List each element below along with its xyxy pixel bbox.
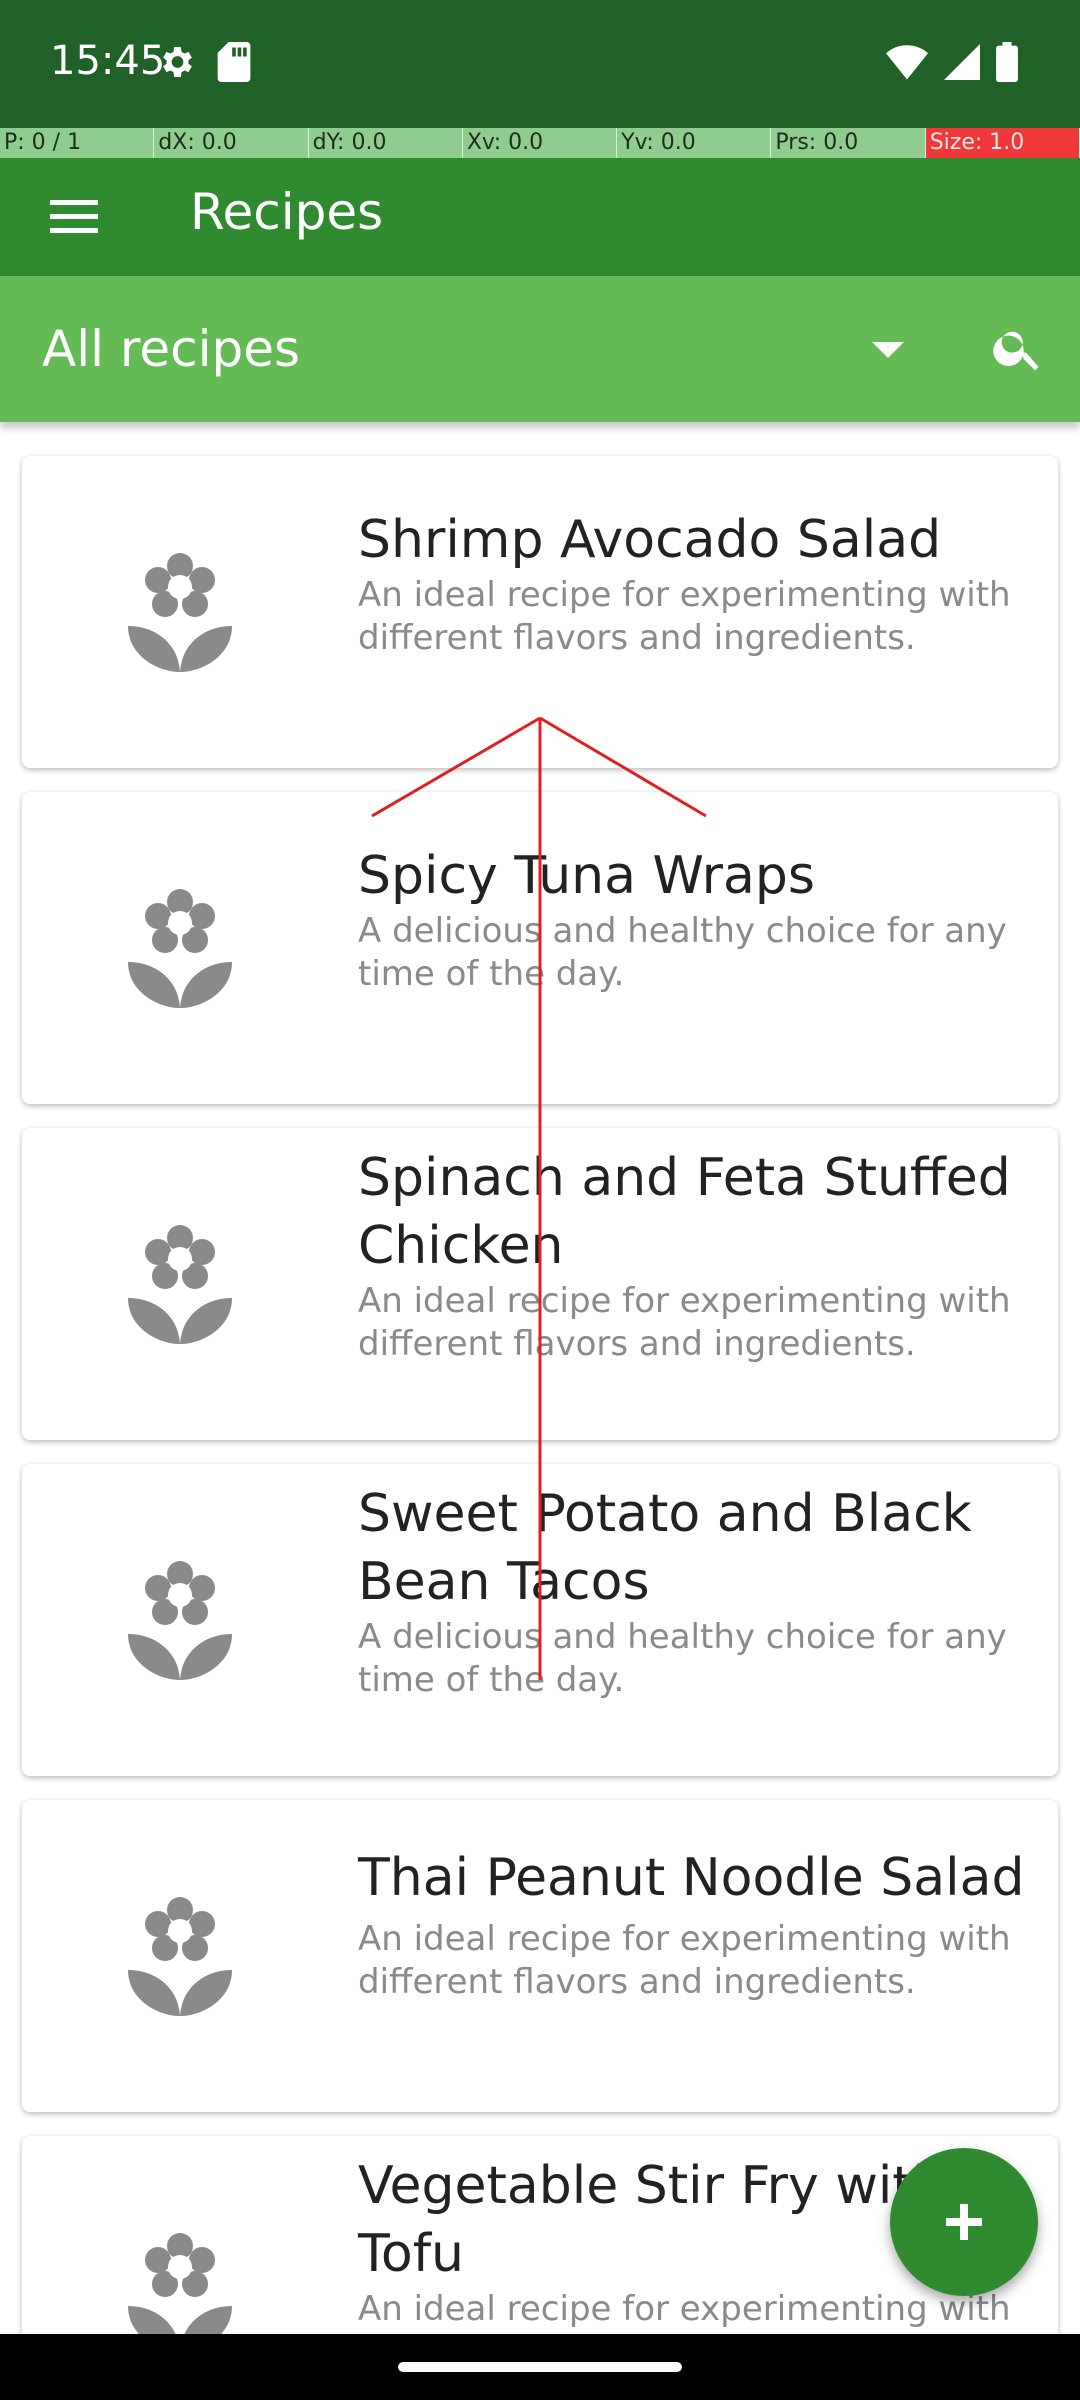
category-dropdown[interactable]: All recipes xyxy=(42,318,300,380)
debug-dy: dY: 0.0 xyxy=(308,128,463,158)
app-bar: Recipes xyxy=(0,158,1080,276)
add-recipe-button[interactable] xyxy=(890,2148,1038,2296)
recipe-description: A delicious and healthy choice for any t… xyxy=(358,1617,1007,1700)
recipe-list[interactable]: Shrimp Avocado Salad An ideal recipe for… xyxy=(0,422,1080,2334)
search-icon[interactable] xyxy=(990,320,1046,376)
plus-icon xyxy=(946,2204,982,2240)
recipe-title: Shrimp Avocado Salad xyxy=(358,510,942,570)
wifi-icon xyxy=(886,45,928,80)
sd-card-icon xyxy=(217,42,251,82)
recipe-description: An ideal recipe for experimenting with d… xyxy=(358,1919,1011,2002)
recipe-flower-icon xyxy=(128,889,232,1008)
recipe-flower-icon xyxy=(128,1897,232,2016)
dropdown-arrow-icon[interactable] xyxy=(868,340,908,360)
debug-pointer: P: 0 / 1 xyxy=(0,128,155,158)
status-bar: 15:45 xyxy=(0,0,1080,128)
settings-gear-icon xyxy=(163,47,192,77)
debug-pressure: Prs: 0.0 xyxy=(771,128,926,158)
debug-xv: Xv: 0.0 xyxy=(462,128,618,158)
navigation-bar xyxy=(0,2334,1080,2400)
recipe-flower-icon xyxy=(128,553,232,672)
recipe-card[interactable]: Thai Peanut Noodle Salad An ideal recipe… xyxy=(22,1800,1058,2112)
hamburger-menu-icon[interactable] xyxy=(44,186,104,246)
signal-icon xyxy=(944,44,980,80)
recipe-flower-icon xyxy=(128,1225,232,1344)
recipe-card[interactable]: Shrimp Avocado Salad An ideal recipe for… xyxy=(22,456,1058,768)
status-time: 15:45 xyxy=(50,38,166,84)
debug-dx: dX: 0.0 xyxy=(154,128,309,158)
battery-icon xyxy=(996,42,1018,82)
recipe-card[interactable]: Spinach and Feta Stuffed Chicken An idea… xyxy=(22,1128,1058,1440)
recipe-description: An ideal recipe for experimenting with d… xyxy=(358,575,1011,658)
recipe-title: Thai Peanut Noodle Salad xyxy=(358,1848,1025,1908)
debug-yv: Yv: 0.0 xyxy=(617,128,772,158)
recipe-filter-bar: All recipes xyxy=(0,276,1080,422)
recipe-description: A delicious and healthy choice for any t… xyxy=(358,911,1007,994)
pointer-debug-bar: P: 0 / 1 dX: 0.0 dY: 0.0 Xv: 0.0 Yv: 0.0… xyxy=(0,128,1080,158)
recipe-title: Sweet Potato and Black Bean Tacos xyxy=(358,1484,972,1612)
home-gesture-handle[interactable] xyxy=(398,2362,682,2372)
recipe-card[interactable]: Spicy Tuna Wraps A delicious and healthy… xyxy=(22,792,1058,1104)
debug-size: Size: 1.0 xyxy=(925,128,1080,158)
app-title: Recipes xyxy=(190,183,384,241)
recipe-flower-icon xyxy=(128,1561,232,1680)
recipe-title: Spinach and Feta Stuffed Chicken xyxy=(358,1148,1011,1276)
recipe-description: An ideal recipe for experimenting with d… xyxy=(358,1281,1011,1364)
recipe-title: Spicy Tuna Wraps xyxy=(358,846,815,906)
recipe-card[interactable]: Sweet Potato and Black Bean Tacos A deli… xyxy=(22,1464,1058,1776)
recipe-flower-icon xyxy=(128,2233,232,2334)
recipe-description: An ideal recipe for experimenting with d… xyxy=(358,2289,1011,2334)
